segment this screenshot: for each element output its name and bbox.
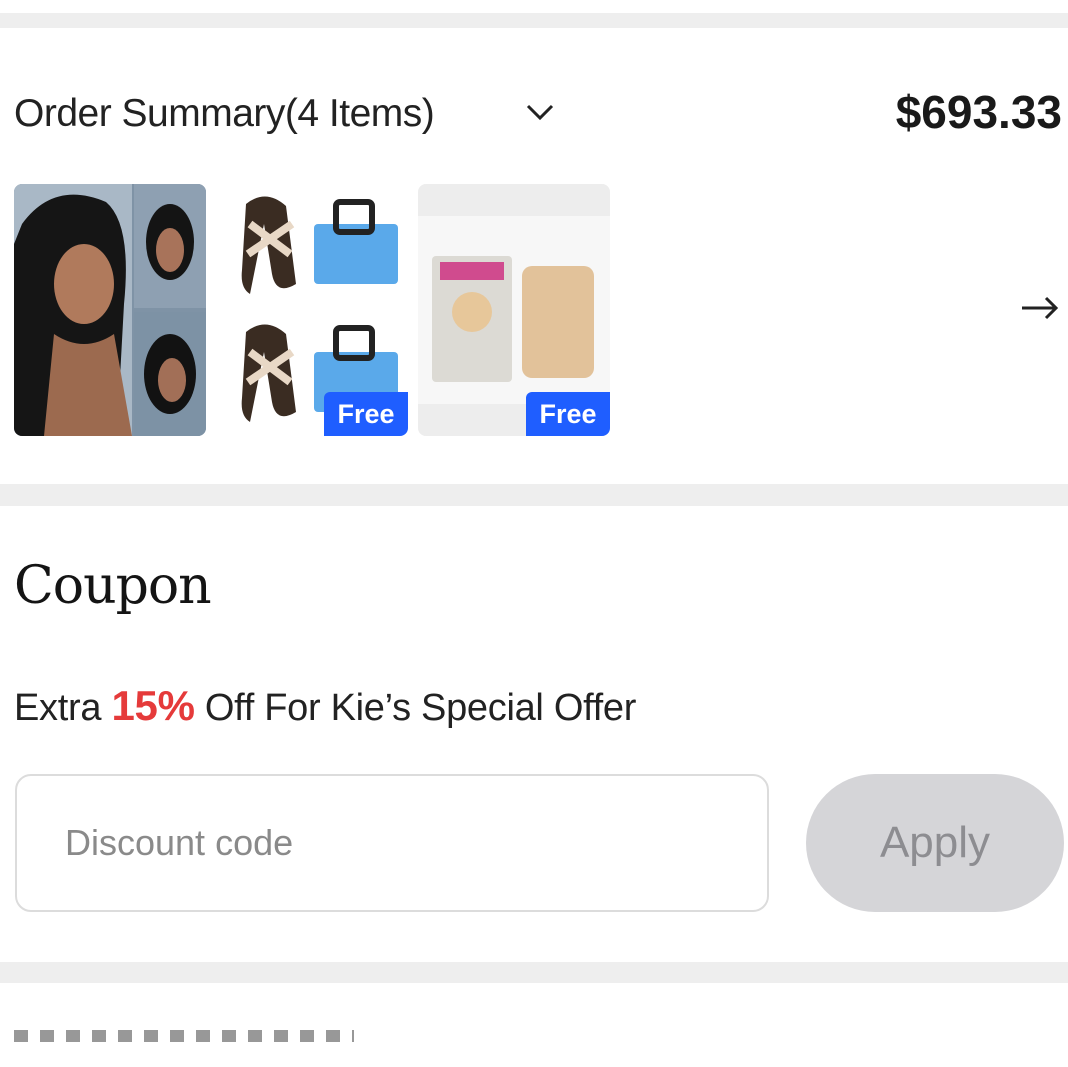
cropped-section-label — [14, 1022, 414, 1042]
arrow-right-icon[interactable] — [1018, 292, 1062, 324]
offer-prefix: Extra — [14, 687, 102, 729]
wig-product-image — [14, 184, 206, 436]
order-summary-header[interactable]: Order Summary(4 Items) $693.33 — [0, 78, 1068, 152]
order-item-thumbnail[interactable]: Free — [216, 184, 408, 436]
discount-code-input[interactable] — [15, 774, 769, 912]
apply-button[interactable]: Apply — [806, 774, 1064, 912]
order-item-thumbnail[interactable] — [14, 184, 206, 436]
order-summary-title: Order Summary(4 Items) — [14, 92, 435, 135]
free-badge: Free — [526, 392, 610, 436]
coupon-title: Coupon — [14, 556, 212, 616]
section-divider — [0, 962, 1068, 983]
order-total: $693.33 — [895, 86, 1062, 138]
order-item-thumbnail[interactable]: Free — [418, 184, 610, 436]
order-items-thumbnails[interactable]: Free Free — [0, 184, 640, 436]
free-badge: Free — [324, 392, 408, 436]
coupon-offer-text: Extra 15% Off For Kie’s Special Offer — [14, 680, 636, 734]
chevron-down-icon[interactable] — [524, 100, 556, 124]
offer-suffix: Off For Kie’s Special Offer — [204, 687, 637, 729]
section-divider — [0, 484, 1068, 506]
section-divider — [0, 13, 1068, 28]
offer-percent: 15% — [111, 682, 195, 729]
